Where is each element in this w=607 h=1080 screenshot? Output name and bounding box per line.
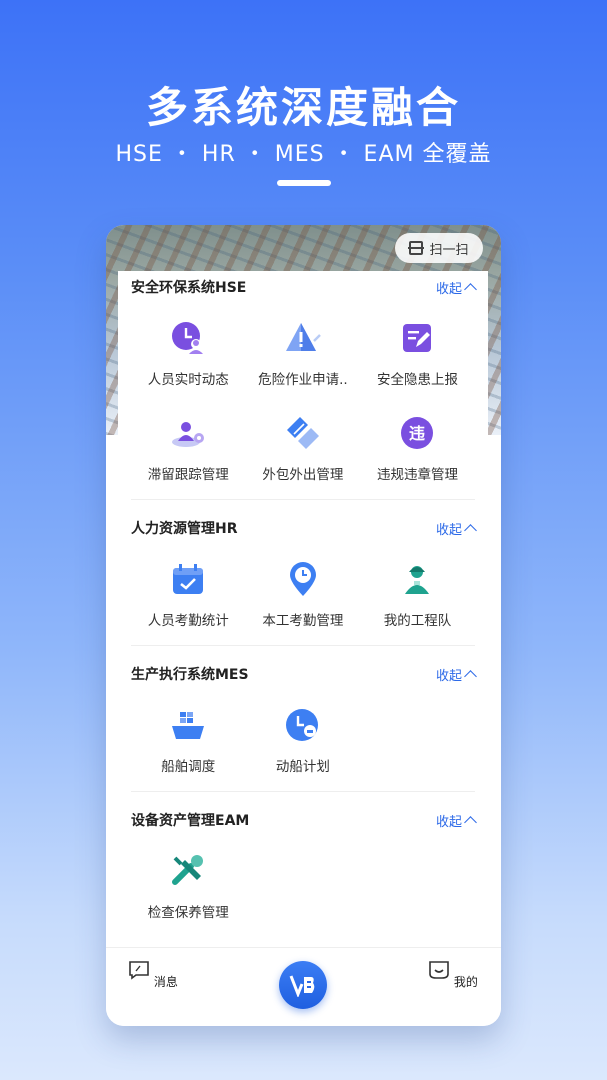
scan-button[interactable]: 扫一扫 <box>395 233 483 263</box>
tab-messages[interactable]: 消息 <box>123 960 183 990</box>
menu-item-violation[interactable]: 违 违规违章管理 <box>360 398 475 493</box>
section-title: 生产执行系统MES <box>131 667 249 683</box>
outsource-icon <box>286 417 319 449</box>
menu-item-label: 违规违章管理 <box>376 467 458 483</box>
tab-messages-label: 消息 <box>153 975 178 989</box>
calendar-check-icon <box>173 564 204 594</box>
ship-plan-icon <box>285 709 318 741</box>
scan-icon <box>408 241 425 255</box>
collapse-label: 收起 <box>435 814 462 830</box>
edit-report-icon <box>403 324 432 352</box>
tab-mine[interactable]: 我的 <box>423 960 483 990</box>
chevron-up-icon <box>464 524 477 537</box>
menu-item-label: 动船计划 <box>275 759 330 775</box>
menu-item-attendance-stats[interactable]: 人员考勤统计 <box>131 544 246 639</box>
collapse-button[interactable]: 收起 <box>435 811 477 830</box>
section-title: 安全环保系统HSE <box>131 280 247 296</box>
violation-icon: 违 <box>401 417 434 449</box>
chevron-up-icon <box>464 670 477 683</box>
scan-label: 扫一扫 <box>429 242 469 258</box>
menu-item-label: 危险作业申请.. <box>258 372 348 388</box>
app-logo-icon <box>289 975 315 997</box>
section-hse: 安全环保系统HSE 收起 人员实时动态 危险作业申请.. 安全隐患上报 滞留跟踪… <box>131 271 477 500</box>
section-eam: 设备资产管理EAM 收起 检查保养管理 <box>131 804 477 937</box>
ship-icon <box>172 712 205 739</box>
smile-icon <box>429 961 449 979</box>
menu-item-my-team[interactable]: 我的工程队 <box>360 544 475 639</box>
menu-item-outsource[interactable]: 外包外出管理 <box>246 398 361 493</box>
menu-item-label: 本工考勤管理 <box>262 613 344 629</box>
tools-icon <box>172 855 204 885</box>
bottom-tab-bar: 消息 我的 <box>106 947 501 1026</box>
menu-item-label: 检查保养管理 <box>147 905 229 921</box>
section-title: 人力资源管理HR <box>131 521 238 537</box>
menu-item-label: 我的工程队 <box>383 613 452 629</box>
collapse-button[interactable]: 收起 <box>435 665 477 684</box>
menu-item-safety-report[interactable]: 安全隐患上报 <box>360 303 475 398</box>
collapse-button[interactable]: 收起 <box>435 278 477 297</box>
section-title: 设备资产管理EAM <box>131 813 250 829</box>
menu-item-label: 人员实时动态 <box>147 372 229 388</box>
hero-title: 多系统深度融合 <box>145 83 461 132</box>
menu-item-label: 外包外出管理 <box>262 467 344 483</box>
menu-item-ship-dispatch[interactable]: 船舶调度 <box>131 690 246 785</box>
collapse-label: 收起 <box>435 522 462 538</box>
person-track-icon <box>172 422 205 447</box>
collapse-button[interactable]: 收起 <box>435 519 477 538</box>
menu-item-label: 船舶调度 <box>161 759 216 775</box>
menu-item-hazard-work[interactable]: 危险作业申请.. <box>246 303 361 398</box>
section-mes: 生产执行系统MES 收起 船舶调度 动船计划 <box>131 658 477 792</box>
menu-item-inspection-maintenance[interactable]: 检查保养管理 <box>131 836 246 931</box>
team-icon <box>405 566 430 594</box>
menu-item-person-realtime[interactable]: 人员实时动态 <box>131 303 246 398</box>
menu-item-ship-plan[interactable]: 动船计划 <box>246 690 361 785</box>
menu-item-label: 安全隐患上报 <box>376 372 458 388</box>
menu-item-own-attendance[interactable]: 本工考勤管理 <box>246 544 361 639</box>
collapse-label: 收起 <box>435 281 462 297</box>
svg-text:违: 违 <box>409 424 425 443</box>
location-clock-icon <box>289 562 316 596</box>
message-icon <box>129 961 149 980</box>
feature-card: 安全环保系统HSE 收起 人员实时动态 危险作业申请.. 安全隐患上报 滞留跟踪… <box>118 271 488 946</box>
home-logo-button[interactable] <box>279 961 327 1009</box>
menu-item-label: 滞留跟踪管理 <box>147 467 229 483</box>
person-clock-icon <box>172 322 204 354</box>
hero-subtitle: HSE ・ HR ・ MES ・ EAM 全覆盖 <box>115 142 492 167</box>
menu-item-label: 人员考勤统计 <box>147 613 229 629</box>
chevron-up-icon <box>464 283 477 296</box>
hero-divider <box>277 180 331 186</box>
menu-item-stay-tracking[interactable]: 滞留跟踪管理 <box>131 398 246 493</box>
section-hr: 人力资源管理HR 收起 人员考勤统计 本工考勤管理 我的工程队 <box>131 512 477 646</box>
phone-screen: 扫一扫 安全环保系统HSE 收起 人员实时动态 危险作业申请.. 安全隐患上报 … <box>106 225 501 1026</box>
warning-icon <box>285 323 321 351</box>
tab-mine-label: 我的 <box>453 975 478 989</box>
collapse-label: 收起 <box>435 668 462 684</box>
chevron-up-icon <box>464 816 477 829</box>
